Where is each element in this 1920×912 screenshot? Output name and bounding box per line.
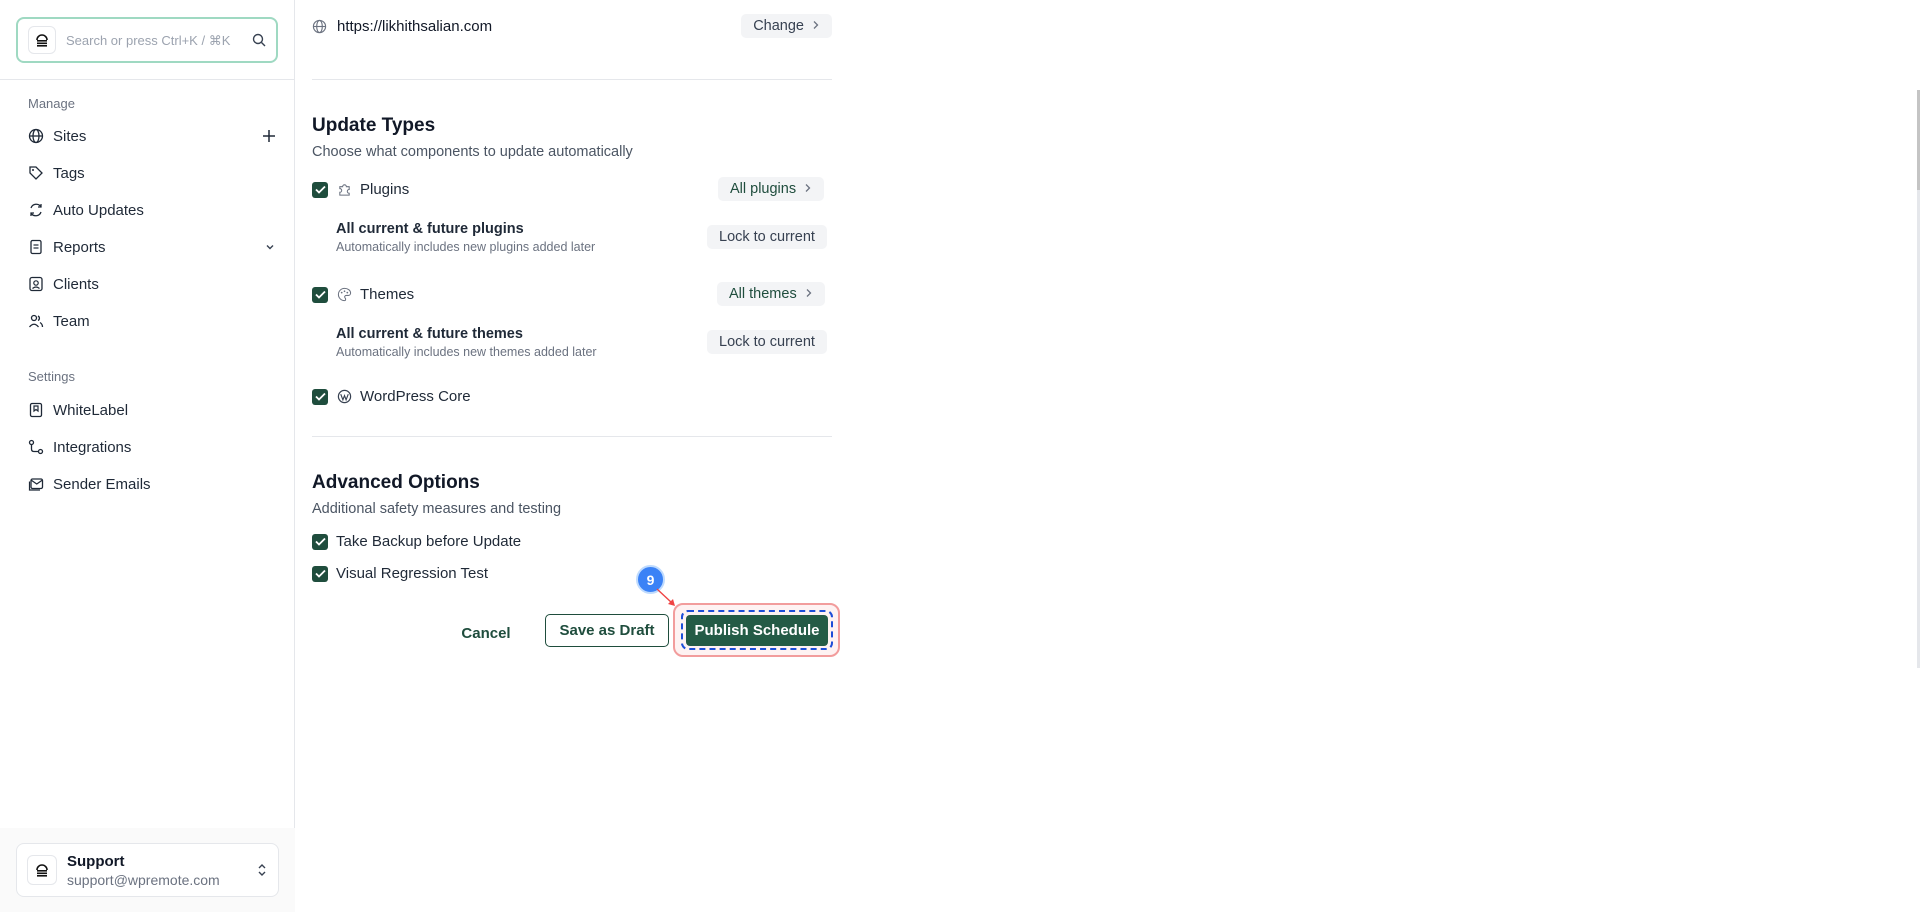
wordpress-core-checkbox[interactable] — [312, 388, 328, 405]
regression-checkbox[interactable] — [312, 565, 328, 582]
puzzle-icon — [336, 182, 352, 198]
sidebar-item-whitelabel[interactable]: WhiteLabel — [28, 396, 276, 424]
client-icon — [28, 276, 44, 292]
sidebar-item-sites[interactable]: Sites — [28, 122, 276, 150]
account-name: Support — [67, 852, 125, 870]
section-divider — [312, 436, 832, 437]
lock-label: Lock to current — [719, 229, 815, 245]
sidebar-item-auto-updates[interactable]: Auto Updates — [28, 196, 276, 224]
chevron-right-icon — [812, 18, 820, 34]
backup-checkbox[interactable] — [312, 533, 328, 550]
wordpress-core-label: WordPress Core — [360, 388, 471, 405]
plugins-scope-desc: Automatically includes new plugins added… — [336, 240, 596, 254]
themes-lock-to-current-button[interactable]: Lock to current — [707, 330, 827, 354]
report-icon — [28, 239, 44, 255]
themes-scope: All current & future themes Automaticall… — [336, 326, 597, 359]
account-switcher[interactable]: Support support@wpremote.com — [16, 843, 279, 897]
sidebar-divider — [0, 79, 295, 80]
brand-logo[interactable] — [28, 26, 56, 54]
sidebar-item-label: Sender Emails — [53, 475, 151, 493]
sidebar-item-tags[interactable]: Tags — [28, 159, 276, 187]
sidebar-item-integrations[interactable]: Integrations — [28, 433, 276, 461]
cancel-button[interactable]: Cancel — [448, 617, 524, 649]
themes-scope-desc: Automatically includes new themes added … — [336, 345, 597, 359]
search-icon[interactable] — [252, 33, 266, 47]
update-types-subtitle: Choose what components to update automat… — [312, 144, 633, 160]
brand-logo-icon — [36, 34, 48, 47]
plugins-checkbox[interactable] — [312, 181, 328, 198]
sidebar-item-reports[interactable]: Reports — [28, 233, 276, 261]
backup-option: Take Backup before Update — [312, 533, 521, 550]
section-divider — [312, 79, 832, 80]
globe-icon — [312, 19, 327, 34]
sidebar-item-label: Auto Updates — [53, 201, 144, 219]
sidebar-item-team[interactable]: Team — [28, 307, 276, 335]
sidebar-item-label: Clients — [53, 275, 99, 293]
sidebar: Manage Sites Tags Auto Updates Reports C… — [0, 0, 295, 912]
advanced-options-subtitle: Additional safety measures and testing — [312, 501, 562, 517]
backup-label: Take Backup before Update — [336, 533, 522, 550]
all-plugins-label: All plugins — [730, 181, 797, 197]
chevron-right-icon — [805, 286, 813, 302]
plugins-option: Plugins — [312, 181, 409, 198]
sidebar-item-label: Sites — [53, 127, 87, 145]
step-arrow-icon — [656, 588, 675, 606]
sidebar-item-label: Tags — [53, 164, 85, 182]
themes-checkbox[interactable] — [312, 286, 328, 303]
brand-logo-icon — [36, 864, 48, 877]
themes-label: Themes — [360, 286, 415, 303]
sidebar-item-label: Integrations — [53, 438, 132, 456]
plugins-scope: All current & future plugins Automatical… — [336, 221, 595, 254]
route-icon — [28, 439, 44, 455]
sidebar-item-clients[interactable]: Clients — [28, 270, 276, 298]
mail-icon — [28, 476, 44, 492]
advanced-options-title: Advanced Options — [312, 472, 480, 493]
sidebar-item-label: WhiteLabel — [53, 401, 129, 419]
lock-label: Lock to current — [719, 334, 815, 350]
chevron-up-down-icon[interactable] — [256, 862, 268, 878]
all-themes-label: All themes — [729, 286, 797, 302]
bookmark-icon — [28, 402, 44, 418]
settings-section-label: Settings — [28, 369, 75, 384]
chevron-down-icon[interactable] — [264, 241, 276, 253]
sidebar-item-label: Team — [53, 312, 90, 330]
users-icon — [28, 313, 44, 329]
publish-schedule-button[interactable]: Publish Schedule — [686, 615, 828, 646]
wordpress-icon — [336, 389, 352, 405]
tags-icon — [28, 165, 44, 181]
site-url: https://likhithsalian.com — [337, 17, 493, 35]
update-types-title: Update Types — [312, 115, 436, 136]
globe-icon — [28, 128, 44, 144]
main-content: https://likhithsalian.com Change Update … — [296, 0, 1920, 912]
search-box[interactable] — [16, 17, 278, 63]
plugins-scope-title: All current & future plugins — [336, 221, 524, 237]
add-site-icon[interactable] — [262, 129, 276, 143]
refresh-icon — [28, 202, 44, 218]
sidebar-item-label: Reports — [53, 238, 106, 256]
chevron-right-icon — [804, 181, 812, 197]
regression-option: Visual Regression Test — [312, 565, 488, 582]
themes-option: Themes — [312, 286, 414, 303]
change-site-button[interactable]: Change — [741, 14, 832, 38]
manage-section-label: Manage — [28, 96, 75, 111]
plugins-label: Plugins — [360, 181, 410, 198]
avatar — [27, 855, 57, 885]
search-input[interactable] — [66, 32, 252, 48]
all-plugins-button[interactable]: All plugins — [718, 177, 825, 201]
account-email: support@wpremote.com — [67, 871, 220, 888]
plugins-lock-to-current-button[interactable]: Lock to current — [707, 225, 827, 249]
regression-label: Visual Regression Test — [336, 565, 489, 582]
wordpress-core-option: WordPress Core — [312, 388, 471, 405]
sidebar-item-sender-emails[interactable]: Sender Emails — [28, 470, 276, 498]
change-label: Change — [753, 18, 804, 34]
site-row: https://likhithsalian.com Change — [312, 14, 832, 38]
all-themes-button[interactable]: All themes — [717, 282, 825, 306]
themes-scope-title: All current & future themes — [336, 326, 523, 342]
palette-icon — [336, 287, 352, 303]
save-draft-button[interactable]: Save as Draft — [545, 614, 669, 647]
